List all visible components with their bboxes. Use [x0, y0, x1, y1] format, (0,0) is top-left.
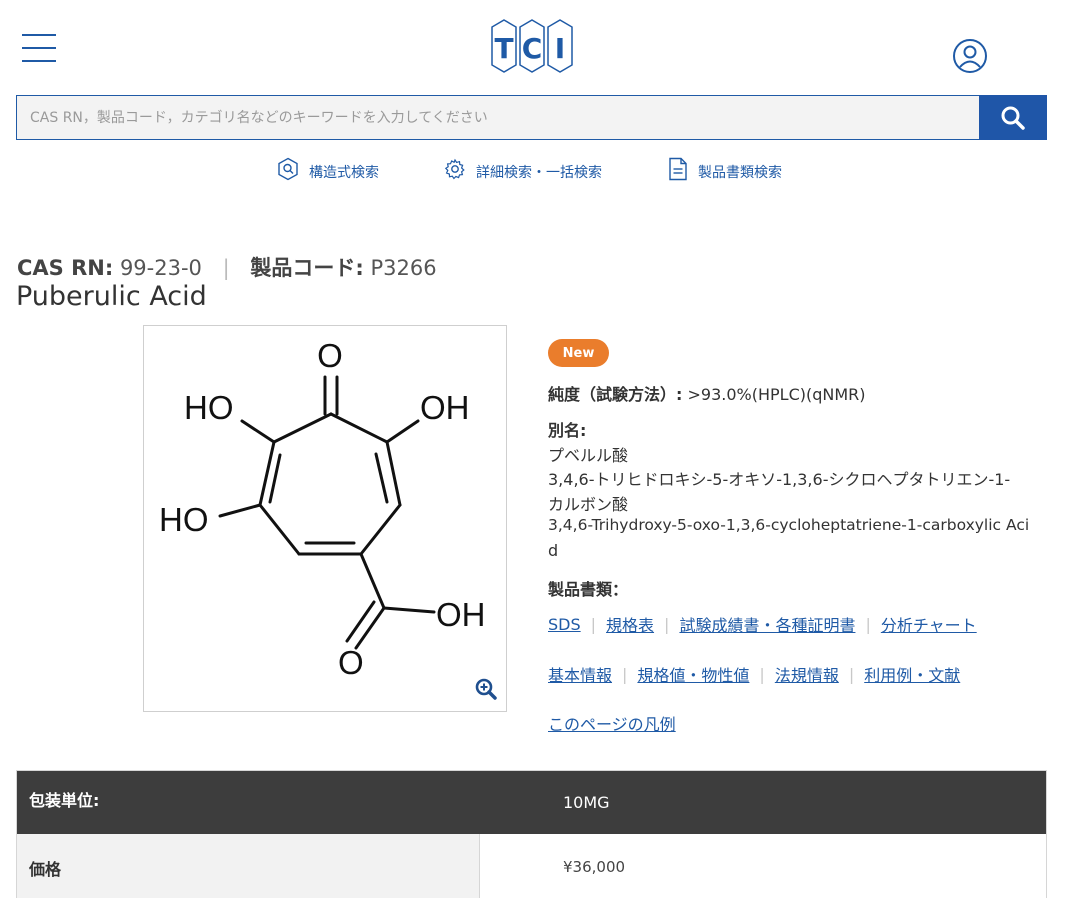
product-code-label: 製品コード:	[250, 256, 364, 280]
page-legend-link[interactable]: このページの凡例	[548, 711, 676, 735]
search-bar	[16, 95, 1047, 140]
document-icon	[669, 157, 687, 181]
cas-value: 99-23-0	[119, 256, 202, 280]
atom-label: O	[338, 644, 364, 681]
atom-label: OH	[420, 389, 470, 426]
alias-line: プベルル酸	[548, 446, 629, 465]
package-table: 包装単位: 10MG 価格 ¥36,000	[16, 770, 1047, 898]
alias-label-text: 別名:	[548, 421, 587, 440]
analysis-chart-link[interactable]: 分析チャート	[881, 612, 977, 636]
alias-line: カルボン酸	[548, 495, 629, 514]
search-icon	[1001, 106, 1025, 130]
subnav-label: 製品書類検索	[698, 165, 782, 181]
divider: |	[664, 614, 670, 634]
document-search-link[interactable]: 製品書類検索	[668, 156, 782, 182]
svg-text:I: I	[555, 32, 565, 65]
tci-logo[interactable]: T C I	[490, 18, 574, 74]
divider: |	[759, 664, 765, 684]
info-links: 基本情報 | 規格値・物性値 | 法規情報 | 利用例・文献	[548, 662, 960, 686]
subnav-label: 構造式検索	[309, 165, 379, 181]
hamburger-menu-icon[interactable]	[22, 34, 56, 64]
document-links: SDS | 規格表 | 試験成績書・各種証明書 | 分析チャート	[548, 612, 977, 636]
basic-info-link[interactable]: 基本情報	[548, 662, 612, 686]
alias-label: 別名:	[548, 417, 586, 441]
search-input[interactable]	[16, 95, 979, 140]
product-identifiers: CAS RN: 99-23-0 | 製品コード: P3266	[17, 252, 437, 282]
structure-image[interactable]: O HO OH HO OH O	[143, 325, 507, 712]
purity-value: >93.0%(HPLC)(qNMR)	[687, 385, 866, 404]
regulatory-info-link[interactable]: 法規情報	[775, 662, 839, 686]
cas-label: CAS RN:	[17, 256, 114, 280]
package-unit-label: 包装単位:	[29, 791, 100, 810]
advanced-search-link[interactable]: 詳細検索・一括検索	[444, 156, 602, 182]
svg-text:C: C	[522, 32, 543, 65]
alias-line: 3,4,6-Trihydroxy-5-oxo-1,3,6-cycloheptat…	[548, 516, 1030, 534]
documents-label-text: 製品書類：	[548, 580, 629, 599]
sds-link[interactable]: SDS	[548, 615, 581, 634]
price-value: ¥36,000	[563, 858, 626, 876]
chemical-structure: O HO OH HO OH O	[159, 337, 486, 681]
divider: |	[590, 614, 597, 634]
table-row: 価格 ¥36,000	[17, 834, 1046, 898]
product-code-value: P3266	[370, 256, 437, 280]
divider: |	[865, 614, 871, 634]
structure-icon	[278, 157, 298, 181]
legend-link-row: このページの凡例	[548, 711, 676, 735]
svg-text:T: T	[494, 32, 513, 65]
gear-icon	[444, 158, 465, 180]
package-unit-value: 10MG	[563, 793, 610, 812]
price-label: 価格	[17, 834, 480, 898]
purity-row: 純度（試験方法）: >93.0%(HPLC)(qNMR)	[548, 381, 866, 405]
search-button[interactable]	[979, 95, 1047, 140]
certificate-link[interactable]: 試験成績書・各種証明書	[679, 612, 855, 636]
specification-link[interactable]: 規格表	[606, 612, 654, 636]
spec-values-link[interactable]: 規格値・物性値	[637, 662, 749, 686]
divider: |	[622, 664, 628, 684]
atom-label: OH	[436, 596, 486, 633]
product-name: Puberulic Acid	[16, 281, 207, 312]
atom-label: O	[317, 337, 343, 374]
structure-search-link[interactable]: 構造式検索	[277, 156, 379, 182]
subnav-label: 詳細検索・一括検索	[476, 165, 602, 181]
zoom-in-icon[interactable]	[474, 677, 498, 701]
alias-line: 3,4,6-トリヒドロキシ-5-オキソ-1,3,6-シクロヘプタトリエン-1-	[548, 470, 1011, 489]
documents-label: 製品書類：	[548, 576, 628, 600]
purity-label: 純度（試験方法）:	[548, 385, 683, 404]
references-link[interactable]: 利用例・文献	[864, 662, 960, 686]
divider: |	[848, 664, 855, 684]
alias-line: d	[548, 541, 559, 560]
atom-label: HO	[184, 389, 234, 426]
divider: |	[222, 256, 230, 280]
account-icon[interactable]	[952, 38, 988, 74]
table-header-row: 包装単位: 10MG	[17, 771, 1046, 834]
atom-label: HO	[159, 501, 209, 538]
new-badge: New	[548, 339, 609, 367]
